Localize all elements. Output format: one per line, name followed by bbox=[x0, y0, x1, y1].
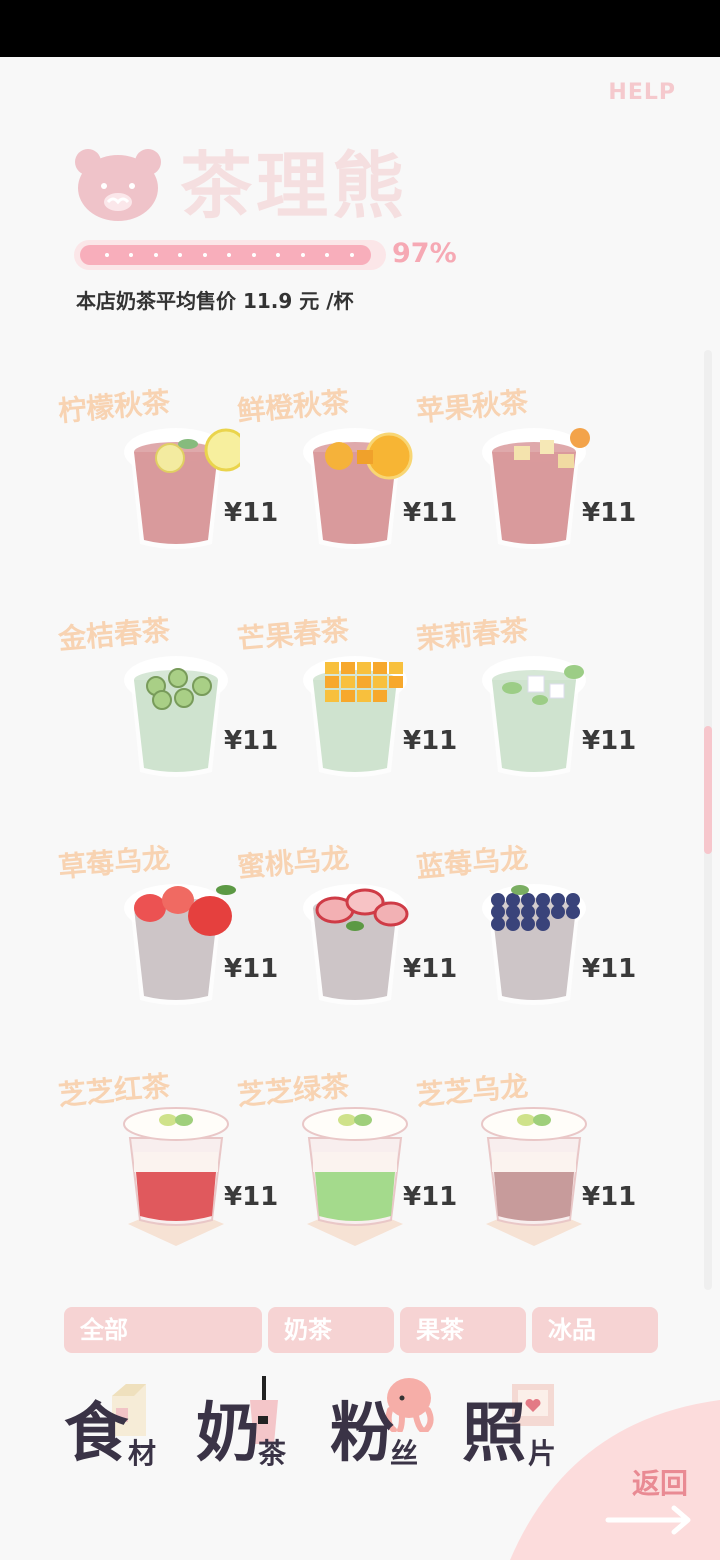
drink-card[interactable]: 茉莉春茶 ¥11 bbox=[415, 613, 636, 820]
drink-card[interactable]: 芒果春茶 ¥11 bbox=[236, 613, 457, 820]
progress-tick bbox=[349, 253, 354, 257]
drink-card[interactable]: 芝芝乌龙 ¥11 bbox=[415, 1069, 636, 1276]
progress-tick bbox=[202, 253, 207, 257]
drink-cup-icon bbox=[303, 428, 413, 549]
tab-ice[interactable]: 冰品 bbox=[532, 1307, 658, 1353]
scrollbar[interactable] bbox=[704, 350, 712, 1290]
nav-ingredients-small: 材 bbox=[128, 1437, 157, 1470]
progress-tick bbox=[178, 253, 182, 257]
shop-name: 茶理熊 bbox=[180, 144, 409, 228]
drink-cup-icon bbox=[482, 428, 590, 549]
drink-cup-icon bbox=[302, 1107, 408, 1246]
drink-card[interactable]: 芝芝红茶 ¥11 bbox=[57, 1069, 278, 1276]
progress-tick bbox=[276, 253, 280, 257]
drink-price: ¥11 bbox=[582, 498, 637, 528]
scrollbar-thumb[interactable] bbox=[704, 726, 712, 854]
tab-all[interactable]: 全部 bbox=[64, 1307, 262, 1353]
drink-card[interactable]: 鲜橙秋茶 ¥11 bbox=[236, 385, 457, 592]
drink-card[interactable]: 金桔春茶 ¥11 bbox=[57, 613, 278, 820]
drink-card[interactable]: 蜜桃乌龙 ¥11 bbox=[236, 841, 457, 1048]
nav-fans-small: 丝 bbox=[390, 1437, 419, 1470]
nav-fans-big: 粉 bbox=[330, 1397, 394, 1471]
progress-tick bbox=[129, 253, 133, 257]
help-button[interactable]: HELP bbox=[608, 80, 676, 105]
drink-cup-icon bbox=[124, 428, 240, 549]
drink-card[interactable]: 苹果秋茶 ¥11 bbox=[415, 385, 636, 592]
drink-card[interactable]: 芝芝绿茶 ¥11 bbox=[236, 1069, 457, 1276]
nav-milk-tea-small: 茶 bbox=[258, 1437, 287, 1470]
nav-ingredients-big: 食 bbox=[64, 1397, 128, 1471]
drink-card[interactable]: 草莓乌龙 ¥11 bbox=[57, 841, 278, 1048]
progress-tick bbox=[104, 253, 109, 257]
tab-fruit-tea[interactable]: 果茶 bbox=[400, 1307, 526, 1353]
drink-cup-icon bbox=[124, 884, 236, 1005]
drink-cup-icon bbox=[124, 656, 228, 777]
nav-milk-tea-big: 奶 bbox=[196, 1397, 260, 1471]
progress-tick bbox=[325, 253, 329, 257]
progress-tick bbox=[251, 253, 256, 257]
drink-price: ¥11 bbox=[582, 726, 637, 756]
popularity-progress-bar bbox=[74, 240, 386, 270]
drink-cup-icon bbox=[303, 656, 407, 777]
drink-card[interactable]: 柠檬秋茶 ¥11 bbox=[57, 385, 278, 592]
tab-milk-tea[interactable]: 奶茶 bbox=[268, 1307, 394, 1353]
average-price-text: 本店奶茶平均售价 11.9 元 /杯 bbox=[76, 289, 354, 313]
progress-tick bbox=[300, 253, 305, 257]
back-button[interactable]: 返回 bbox=[632, 1462, 688, 1502]
progress-percent: 97% bbox=[392, 238, 457, 269]
drink-card[interactable]: 蓝莓乌龙 ¥11 bbox=[415, 841, 636, 1048]
bear-logo-icon bbox=[75, 149, 161, 221]
drink-cup-icon bbox=[123, 1107, 229, 1246]
drink-cup-icon bbox=[482, 884, 586, 1005]
drink-cup-icon bbox=[303, 884, 409, 1005]
drink-cup-icon bbox=[481, 1107, 587, 1246]
drink-price: ¥11 bbox=[582, 954, 637, 984]
nav-ingredients-button[interactable]: 食 材 bbox=[64, 1380, 174, 1480]
status-bar bbox=[0, 0, 720, 57]
drink-cup-icon bbox=[482, 656, 586, 777]
nav-fans-button[interactable]: 粉 丝 bbox=[330, 1378, 440, 1480]
drink-price: ¥11 bbox=[582, 1182, 637, 1212]
progress-tick bbox=[227, 253, 231, 257]
nav-milk-tea-button[interactable]: 奶 茶 bbox=[196, 1376, 306, 1480]
back-corner-decoration bbox=[510, 1400, 720, 1560]
progress-tick bbox=[153, 253, 158, 257]
